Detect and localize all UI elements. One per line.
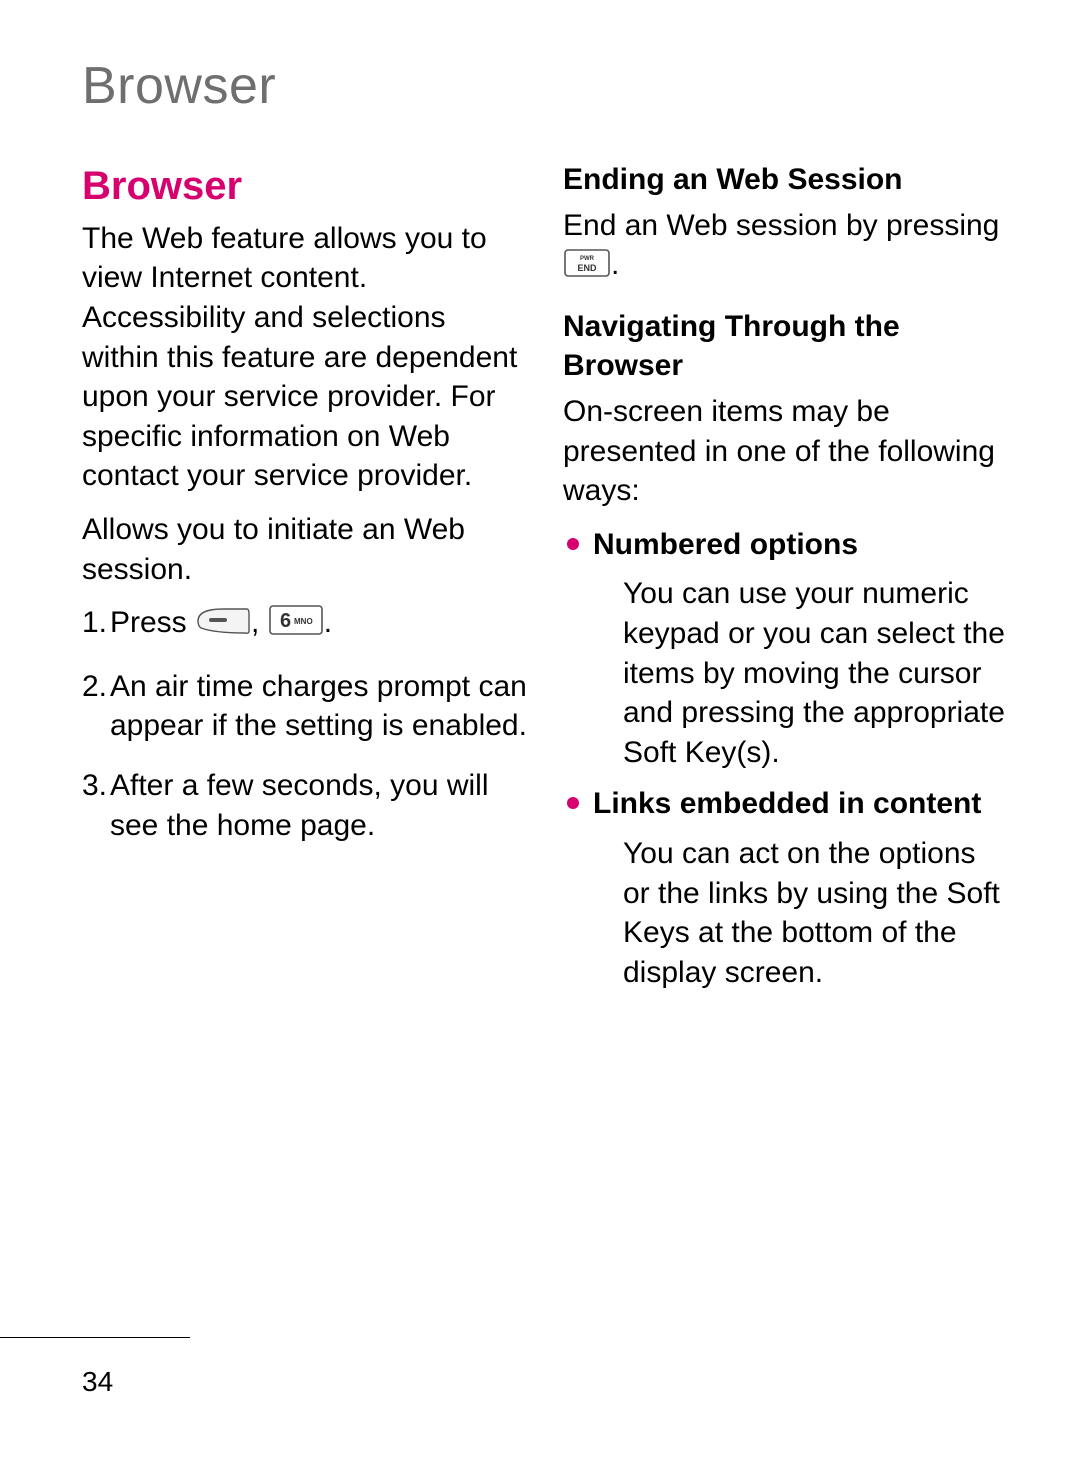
manual-page: Browser Browser The Web feature allows y…: [0, 0, 1080, 1460]
bullet-title: Links embedded in content: [593, 784, 1008, 824]
step-body: Press , 6 MNO .: [110, 603, 527, 647]
right-column: Ending an Web Session End an Web session…: [563, 160, 1008, 1004]
step-text-comma: ,: [251, 606, 268, 639]
step-3: 3. After a few seconds, you will see the…: [82, 766, 527, 845]
footer-rule: [0, 1337, 190, 1338]
step-body: After a few seconds, you will see the ho…: [110, 766, 527, 845]
left-softkey-icon: [195, 606, 251, 647]
left-column: Browser The Web feature allows you to vi…: [82, 160, 527, 1004]
step-text-dot: .: [324, 606, 332, 639]
step-1: 1. Press , 6 MNO: [82, 603, 527, 647]
step-list: 1. Press , 6 MNO: [82, 603, 527, 845]
svg-text:END: END: [577, 263, 597, 273]
step-number: 3.: [82, 766, 110, 806]
navigating-intro: On-screen items may be presented in one …: [563, 392, 1008, 511]
end-text-a: End an Web session by pressing: [563, 209, 999, 242]
step-body: An air time charges prompt can appear if…: [110, 667, 527, 746]
intro-paragraph-2: Allows you to initiate an Web session.: [82, 510, 527, 589]
bullet-title: Numbered options: [593, 525, 1008, 565]
svg-text:6: 6: [280, 610, 291, 632]
bullet-dot-icon: [567, 538, 579, 550]
chapter-title: Browser: [82, 56, 1008, 116]
six-mno-key-icon: 6 MNO: [268, 604, 324, 647]
bullet-body: You can use your numeric keypad or you c…: [623, 574, 1008, 772]
bullet-body: You can act on the options or the links …: [623, 834, 1008, 992]
step-text-a: Press: [110, 606, 195, 639]
step-2: 2. An air time charges prompt can appear…: [82, 667, 527, 746]
bullet-links-embedded: Links embedded in content You can act on…: [563, 784, 1008, 992]
section-heading-browser: Browser: [82, 160, 527, 213]
subheading-navigating: Navigating Through the Browser: [563, 307, 1008, 386]
svg-text:PWR: PWR: [580, 256, 595, 262]
two-column-layout: Browser The Web feature allows you to vi…: [82, 160, 1008, 1004]
intro-paragraph: The Web feature allows you to view Inter…: [82, 219, 527, 496]
ending-session-text: End an Web session by pressing PWR END .: [563, 206, 1008, 289]
end-text-dot: .: [611, 248, 619, 281]
bullet-numbered-options: Numbered options You can use your numeri…: [563, 525, 1008, 773]
bullet-dot-icon: [567, 797, 579, 809]
step-number: 1.: [82, 603, 110, 643]
step-number: 2.: [82, 667, 110, 707]
subheading-ending-session: Ending an Web Session: [563, 160, 1008, 200]
page-number: 34: [82, 1366, 113, 1398]
bullet-list: Numbered options You can use your numeri…: [563, 525, 1008, 993]
pwr-end-key-icon: PWR END: [563, 248, 611, 289]
svg-text:MNO: MNO: [294, 617, 313, 626]
